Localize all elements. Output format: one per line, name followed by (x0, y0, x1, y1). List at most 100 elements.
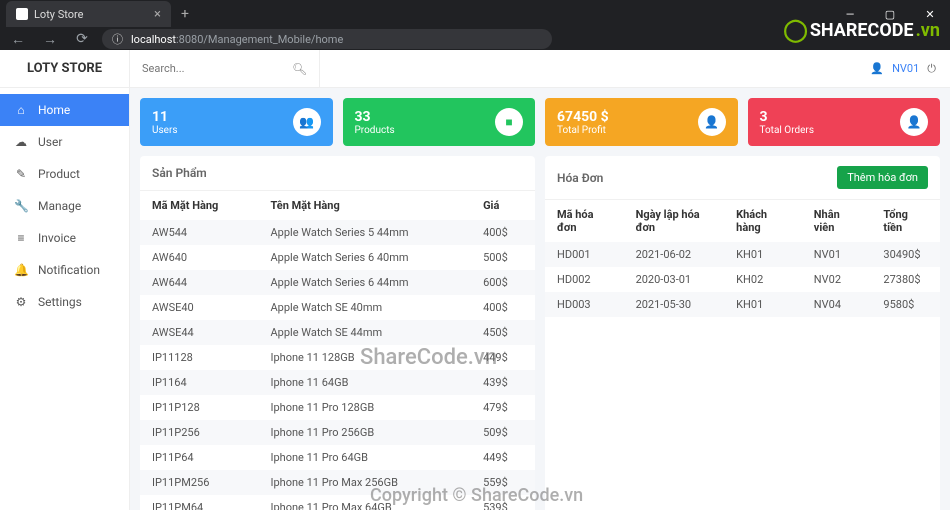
stat-icon: 👥 (293, 108, 321, 136)
cell-code: IP11P256 (140, 420, 258, 445)
table-row[interactable]: AW644Apple Watch Series 6 44mm600$ (140, 270, 535, 295)
sidebar-icon: ⌂ (14, 103, 28, 117)
table-row[interactable]: IP11P256Iphone 11 Pro 256GB509$ (140, 420, 535, 445)
cell-price: 559$ (471, 470, 535, 495)
table-header: Khách hàng (724, 200, 802, 242)
cell-id: HD002 (545, 267, 624, 292)
table-row[interactable]: IP11128Iphone 11 128GB449$ (140, 345, 535, 370)
table-row[interactable]: AWSE40Apple Watch SE 40mm400$ (140, 295, 535, 320)
logo-icon: ◯ (783, 18, 808, 43)
sidebar-icon: 🔔 (14, 263, 28, 277)
back-button[interactable]: ← (6, 31, 30, 48)
browser-tab[interactable]: Loty Store × (6, 1, 171, 27)
cell-name: Apple Watch SE 40mm (258, 295, 471, 320)
body-row: ⌂Home☁User✎Product🔧Manage≡Invoice 🔔 Notifi… (0, 88, 950, 510)
url-path: /Management_Mobile/home (203, 33, 343, 46)
add-invoice-button[interactable]: Thêm hóa đơn (837, 166, 928, 189)
sidebar-item-manage[interactable]: 🔧Manage (0, 190, 129, 222)
cell-price: 600$ (471, 270, 535, 295)
products-table: Mã Mặt HàngTên Mặt HàngGiá AW544Apple Wa… (140, 191, 535, 510)
table-header: Giá (471, 191, 535, 220)
new-tab-button[interactable]: + (171, 6, 199, 22)
table-row[interactable]: IP1164Iphone 11 64GB439$ (140, 370, 535, 395)
table-row[interactable]: AW544Apple Watch Series 5 44mm400$ (140, 220, 535, 245)
stat-card-total-orders[interactable]: 3Total Orders👤 (748, 98, 941, 146)
table-row[interactable]: IP11P128Iphone 11 Pro 128GB479$ (140, 395, 535, 420)
table-header: Ngày lập hóa đơn (624, 200, 725, 242)
invoices-title: Hóa Đơn (557, 171, 603, 185)
sidebar-item-product[interactable]: ✎Product (0, 158, 129, 190)
search-icon[interactable]: 🔍︎ (292, 62, 307, 76)
brand-title[interactable]: LOTY STORE (0, 50, 130, 88)
cell-date: 2021-05-30 (624, 292, 725, 317)
cell-name: Iphone 11 Pro Max 64GB (258, 495, 471, 510)
url-input[interactable]: ⓘ localhost:8080/Management_Mobile/home (102, 29, 552, 49)
products-title: Sản Phẩm (152, 166, 207, 180)
sharecode-logo: ◯ SHARECODE.vn (783, 18, 940, 43)
cell-code: IP11P128 (140, 395, 258, 420)
stat-value: 33 (355, 109, 395, 125)
sidebar-icon: ☁ (14, 135, 28, 149)
logo-suffix: .vn (916, 20, 940, 41)
sidebar-item-invoice[interactable]: ≡Invoice (0, 222, 129, 254)
sidebar-item-settings[interactable]: ⚙Settings (0, 286, 129, 318)
stat-card-users[interactable]: 11Users👥 (140, 98, 333, 146)
search-box: 🔍︎ (130, 50, 320, 88)
stat-label: Total Orders (760, 125, 814, 136)
forward-button[interactable]: → (38, 31, 62, 48)
sidebar-icon: ✎ (14, 167, 28, 181)
table-header: Mã hóa đơn (545, 200, 624, 242)
table-row[interactable]: AW640Apple Watch Series 6 40mm500$ (140, 245, 535, 270)
table-row[interactable]: IP11PM64Iphone 11 Pro Max 64GB539$ (140, 495, 535, 510)
table-header: Tổng tiền (871, 200, 940, 242)
sidebar-label: Settings (38, 295, 82, 309)
cell-staff: NV04 (802, 292, 872, 317)
products-panel-header: Sản Phẩm (140, 156, 535, 191)
table-row[interactable]: AWSE44Apple Watch SE 44mm450$ (140, 320, 535, 345)
user-area[interactable]: 👤 NV01 ⏻ (856, 62, 950, 76)
invoices-panel: Hóa Đơn Thêm hóa đơn Mã hóa đơnNgày lập … (545, 156, 940, 510)
stat-card-products[interactable]: 33Products■ (343, 98, 536, 146)
table-row[interactable]: HD0012021-06-02KH01NV0130490$ (545, 242, 940, 267)
cell-code: AW544 (140, 220, 258, 245)
sidebar-label: Notification (38, 263, 100, 277)
stat-card-total-profit[interactable]: 67450 $Total Profit👤 (545, 98, 738, 146)
cell-id: HD003 (545, 292, 624, 317)
stats-row: 11Users👥33Products■67450 $Total Profit👤3… (140, 98, 940, 146)
table-row[interactable]: IP11PM256Iphone 11 Pro Max 256GB559$ (140, 470, 535, 495)
topbar: LOTY STORE 🔍︎ 👤 NV01 ⏻ (0, 50, 950, 88)
table-header: Mã Mặt Hàng (140, 191, 258, 220)
url-port: :8080 (176, 33, 203, 46)
cell-name: Iphone 11 64GB (258, 370, 471, 395)
cell-name: Iphone 11 128GB (258, 345, 471, 370)
cell-total: 30490$ (871, 242, 940, 267)
search-input[interactable] (142, 62, 282, 75)
cell-staff: NV02 (802, 267, 872, 292)
cell-code: AW640 (140, 245, 258, 270)
table-row[interactable]: HD0022020-03-01KH02NV0227380$ (545, 267, 940, 292)
sidebar-item-home[interactable]: ⌂Home (0, 94, 129, 126)
cell-name: Iphone 11 Pro 256GB (258, 420, 471, 445)
cell-customer: KH01 (724, 242, 802, 267)
panels: Sản Phẩm Mã Mặt HàngTên Mặt HàngGiá AW54… (140, 156, 940, 510)
cell-name: Apple Watch SE 44mm (258, 320, 471, 345)
username: NV01 (892, 62, 919, 75)
sidebar-item-user[interactable]: ☁User (0, 126, 129, 158)
cell-name: Iphone 11 Pro 64GB (258, 445, 471, 470)
table-row[interactable]: IP11P64Iphone 11 Pro 64GB449$ (140, 445, 535, 470)
cell-date: 2021-06-02 (624, 242, 725, 267)
reload-button[interactable]: ⟳ (70, 31, 94, 47)
close-icon[interactable]: × (154, 7, 161, 22)
sidebar-item-notification[interactable]: 🔔 Notification (0, 254, 129, 286)
table-row[interactable]: HD0032021-05-30KH01NV049580$ (545, 292, 940, 317)
power-icon[interactable]: ⏻ (927, 62, 936, 76)
cell-price: 509$ (471, 420, 535, 445)
cell-name: Apple Watch Series 6 40mm (258, 245, 471, 270)
cell-customer: KH01 (724, 292, 802, 317)
cell-name: Apple Watch Series 6 44mm (258, 270, 471, 295)
cell-price: 400$ (471, 295, 535, 320)
cell-price: 539$ (471, 495, 535, 510)
cell-name: Apple Watch Series 5 44mm (258, 220, 471, 245)
sidebar: ⌂Home☁User✎Product🔧Manage≡Invoice 🔔 Notifi… (0, 88, 130, 510)
cell-code: IP11PM64 (140, 495, 258, 510)
